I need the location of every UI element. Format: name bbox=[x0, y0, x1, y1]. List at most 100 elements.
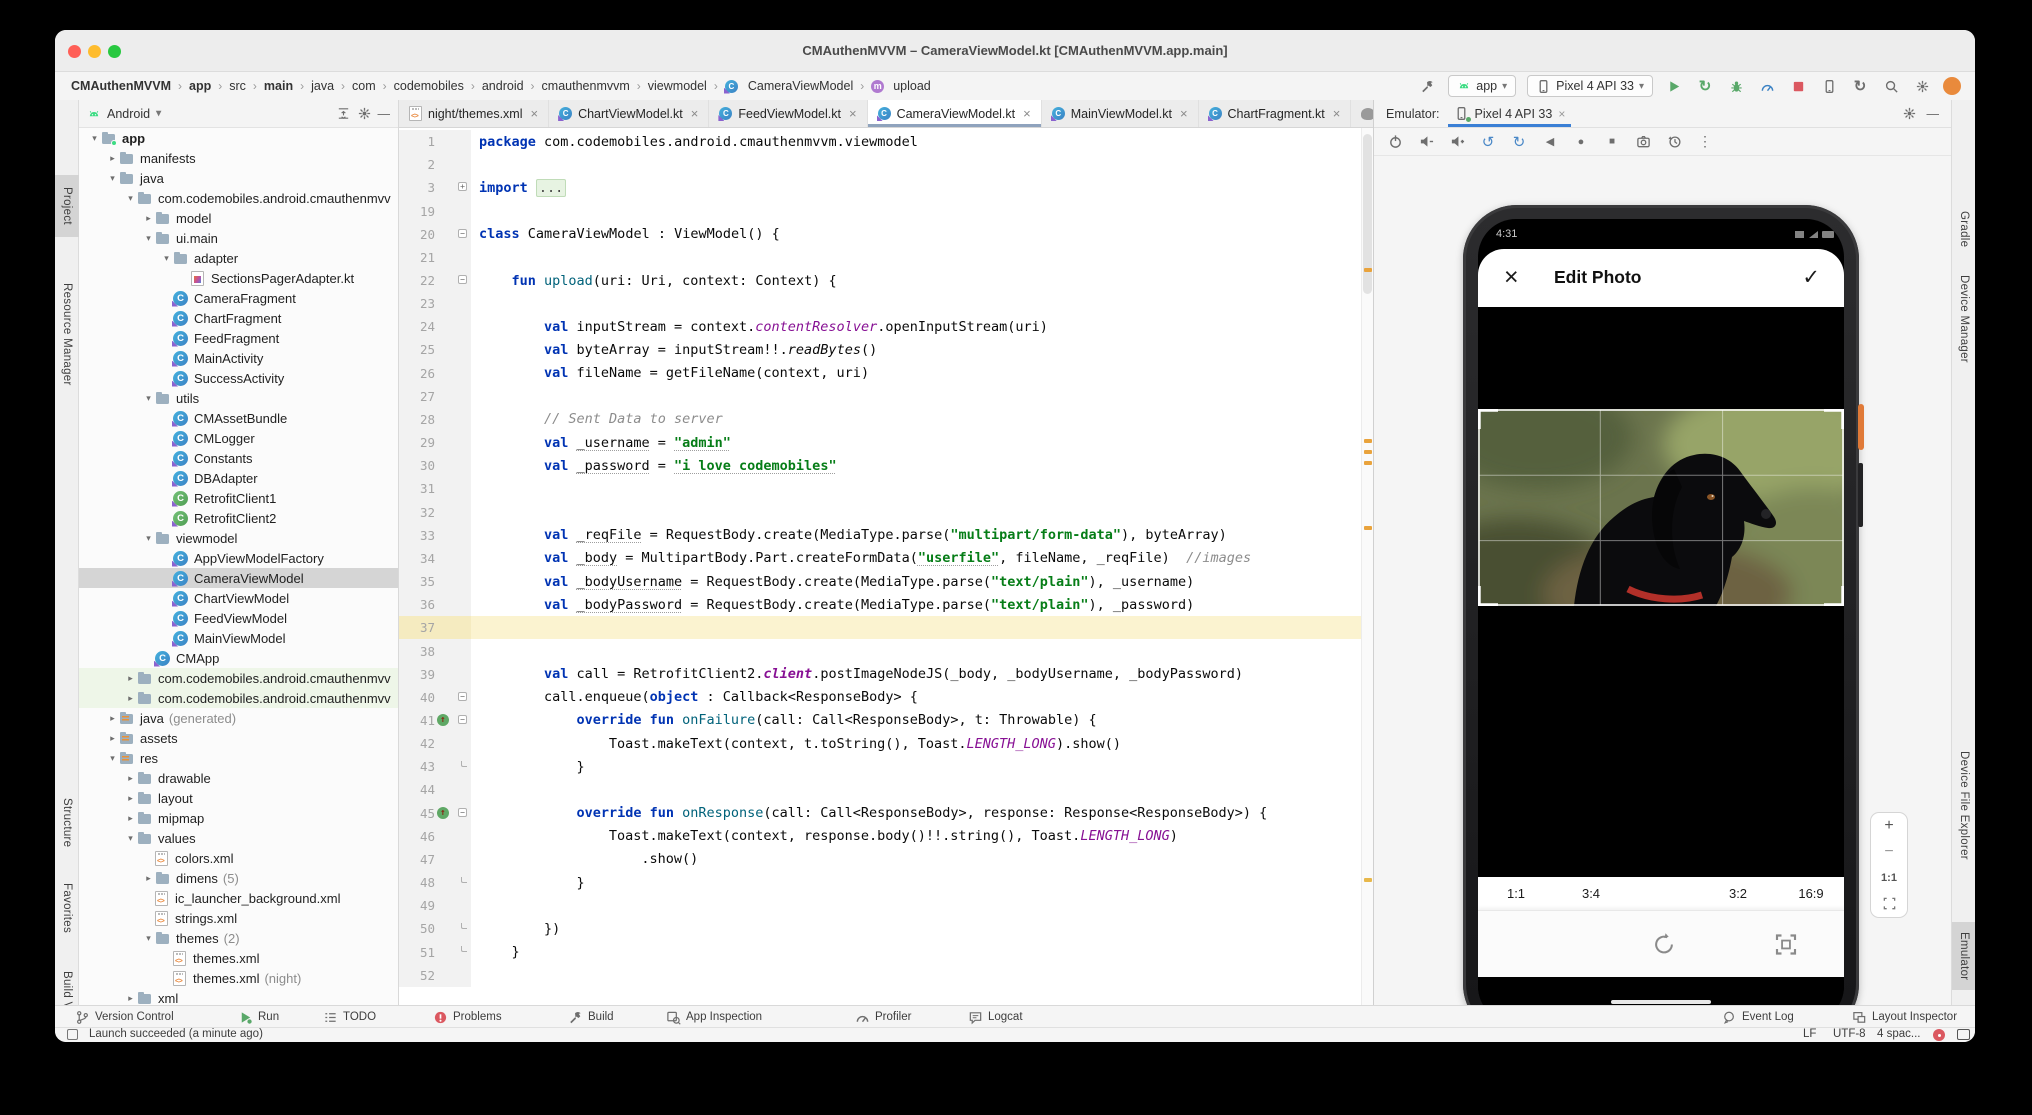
rotate-photo-icon[interactable] bbox=[1651, 931, 1678, 963]
tree-chevron-icon[interactable]: ▾ bbox=[160, 253, 173, 264]
tree-item-mipmap[interactable]: ▸mipmap bbox=[79, 808, 398, 828]
tree-item-ChartViewModel[interactable]: CChartViewModel bbox=[79, 588, 398, 608]
tree-item-xml[interactable]: ▸xml bbox=[79, 988, 398, 1005]
code-line-39[interactable]: 39val call = RetrofitClient2.client.post… bbox=[399, 663, 1361, 686]
device-select[interactable]: Pixel 4 API 33 ▾ bbox=[1527, 75, 1653, 97]
code-line-1[interactable]: 1package com.codemobiles.android.cmauthe… bbox=[399, 130, 1361, 153]
zoom-in-button[interactable]: + bbox=[1884, 819, 1893, 833]
close-tab-icon[interactable]: × bbox=[1023, 106, 1031, 121]
editor-error-stripe[interactable] bbox=[1361, 128, 1373, 1005]
gear-icon[interactable] bbox=[1902, 106, 1917, 121]
tree-item-colors.xml[interactable]: colors.xml bbox=[79, 848, 398, 868]
build-hammer-icon[interactable] bbox=[1417, 76, 1437, 96]
tree-item-drawable[interactable]: ▸drawable bbox=[79, 768, 398, 788]
tool-stripe-gradle[interactable]: Gradle bbox=[1952, 200, 1975, 258]
code-line-42[interactable]: 42Toast.makeText(context, t.toString(), … bbox=[399, 732, 1361, 755]
overview-icon[interactable]: ■ bbox=[1603, 133, 1621, 151]
tree-item-Constants[interactable]: CConstants bbox=[79, 448, 398, 468]
tree-chevron-icon[interactable]: ▸ bbox=[124, 693, 137, 704]
fit-screen-button[interactable] bbox=[1882, 896, 1897, 911]
tree-chevron-icon[interactable]: ▸ bbox=[106, 713, 119, 724]
tool-window-button-problems[interactable]: Problems bbox=[433, 1006, 502, 1028]
tree-item-com.codemobiles.android.cmauthenmvv[interactable]: ▸com.codemobiles.android.cmauthenmvv bbox=[79, 668, 398, 688]
tree-chevron-icon[interactable]: ▾ bbox=[142, 533, 155, 544]
code-line-33[interactable]: 33val _reqFile = RequestBody.create(Medi… bbox=[399, 524, 1361, 547]
rotate-right-icon[interactable]: ↻ bbox=[1510, 133, 1528, 151]
tool-stripe-project[interactable]: Project bbox=[55, 175, 79, 237]
error-stripe-mark[interactable] bbox=[1364, 461, 1372, 465]
project-view-selector[interactable]: Android bbox=[107, 107, 150, 121]
editor-tab-MainViewModel.kt[interactable]: CMainViewModel.kt× bbox=[1042, 100, 1199, 127]
profiler-icon[interactable] bbox=[1757, 76, 1777, 96]
code-line-25[interactable]: 25val byteArray = inputStream!!.readByte… bbox=[399, 338, 1361, 361]
fold-marker-icon[interactable] bbox=[461, 877, 467, 883]
tool-stripe-structure[interactable]: Structure bbox=[55, 788, 79, 858]
code-line-23[interactable]: 23 bbox=[399, 292, 1361, 315]
tool-window-button-run[interactable]: Run bbox=[238, 1006, 279, 1028]
tree-chevron-icon[interactable]: ▾ bbox=[142, 233, 155, 244]
tool-window-button-profiler[interactable]: Profiler bbox=[855, 1006, 911, 1028]
dog-photo-crop-area[interactable] bbox=[1478, 409, 1844, 606]
confirm-crop-button[interactable]: ✓ bbox=[1802, 265, 1820, 290]
tool-window-button-app-inspection[interactable]: App Inspection bbox=[666, 1006, 762, 1028]
tree-item-com.codemobiles.android.cmauthenmvv[interactable]: ▸com.codemobiles.android.cmauthenmvv bbox=[79, 688, 398, 708]
screenshot-icon[interactable] bbox=[1634, 133, 1652, 151]
settings-icon[interactable] bbox=[1912, 76, 1932, 96]
breadcrumb-viewmodel[interactable]: viewmodel bbox=[648, 79, 707, 93]
tree-item-themes.xml[interactable]: themes.xml(night) bbox=[79, 968, 398, 988]
breadcrumb-cmauthenmvvm[interactable]: cmauthenmvvm bbox=[542, 79, 630, 93]
tree-item-CMAssetBundle[interactable]: CCMAssetBundle bbox=[79, 408, 398, 428]
tree-item-assets[interactable]: ▸assets bbox=[79, 728, 398, 748]
error-stripe-mark[interactable] bbox=[1364, 450, 1372, 454]
editor-tab-build.g[interactable]: build.g bbox=[1351, 100, 1373, 127]
tree-item-java[interactable]: ▾java bbox=[79, 168, 398, 188]
editor-tab-CameraViewModel.kt[interactable]: CCameraViewModel.kt× bbox=[868, 100, 1042, 127]
code-line-21[interactable]: 21 bbox=[399, 246, 1361, 269]
fold-marker-icon[interactable]: − bbox=[458, 229, 467, 238]
tree-item-CameraViewModel[interactable]: CCameraViewModel bbox=[79, 568, 398, 588]
volume-up-icon[interactable] bbox=[1448, 133, 1466, 151]
tree-item-AppViewModelFactory[interactable]: CAppViewModelFactory bbox=[79, 548, 398, 568]
code-line-46[interactable]: 46Toast.makeText(context, response.body(… bbox=[399, 825, 1361, 848]
tree-item-themes[interactable]: ▾themes(2) bbox=[79, 928, 398, 948]
tree-item-values[interactable]: ▾values bbox=[79, 828, 398, 848]
tree-item-res[interactable]: ▾res bbox=[79, 748, 398, 768]
fold-marker-icon[interactable]: + bbox=[458, 182, 467, 191]
debug-icon[interactable] bbox=[1726, 76, 1746, 96]
stop-icon[interactable] bbox=[1788, 76, 1808, 96]
code-line-36[interactable]: 36val _bodyPassword = RequestBody.create… bbox=[399, 593, 1361, 616]
tree-item-MainViewModel[interactable]: CMainViewModel bbox=[79, 628, 398, 648]
tree-item-RetrofitClient2[interactable]: CRetrofitClient2 bbox=[79, 508, 398, 528]
emulator-device-tab[interactable]: Pixel 4 API 33 × bbox=[1444, 100, 1576, 127]
aspect-ratio-3:4[interactable]: 3:4 bbox=[1582, 886, 1600, 901]
code-line-3[interactable]: 3+import ... bbox=[399, 176, 1361, 199]
code-line-30[interactable]: 30val _password = "i love codemobiles" bbox=[399, 454, 1361, 477]
tree-item-CameraFragment[interactable]: CCameraFragment bbox=[79, 288, 398, 308]
code-line-31[interactable]: 31 bbox=[399, 477, 1361, 500]
tool-window-button-event-log[interactable]: Event Log bbox=[1722, 1006, 1794, 1028]
code-line-40[interactable]: 40−call.enqueue(object : Callback<Respon… bbox=[399, 686, 1361, 709]
code-editor[interactable]: 1package com.codemobiles.android.cmauthe… bbox=[399, 128, 1361, 1005]
notifications-icon[interactable] bbox=[1957, 1029, 1970, 1040]
volume-down-icon[interactable] bbox=[1417, 133, 1435, 151]
tree-item-SuccessActivity[interactable]: CSuccessActivity bbox=[79, 368, 398, 388]
code-line-37[interactable]: 37 bbox=[399, 616, 1361, 639]
tree-item-utils[interactable]: ▾utils bbox=[79, 388, 398, 408]
code-line-44[interactable]: 44 bbox=[399, 778, 1361, 801]
breadcrumb-upload[interactable]: mupload bbox=[871, 79, 931, 93]
zoom-out-button[interactable]: − bbox=[1884, 845, 1893, 859]
tree-item-DBAdapter[interactable]: CDBAdapter bbox=[79, 468, 398, 488]
close-tab-icon[interactable]: × bbox=[1333, 106, 1341, 121]
code-line-2[interactable]: 2 bbox=[399, 153, 1361, 176]
code-line-48[interactable]: 48} bbox=[399, 871, 1361, 894]
fold-marker-icon[interactable]: − bbox=[458, 275, 467, 284]
breadcrumb-main[interactable]: main bbox=[264, 79, 293, 93]
tree-chevron-icon[interactable]: ▸ bbox=[106, 733, 119, 744]
tool-stripe-device-manager[interactable]: Device Manager bbox=[1952, 268, 1975, 370]
editor-tab-ChartViewModel.kt[interactable]: CChartViewModel.kt× bbox=[549, 100, 709, 127]
tree-chevron-icon[interactable]: ▾ bbox=[142, 393, 155, 404]
aspect-ratio-16:9[interactable]: 16:9 bbox=[1798, 886, 1823, 901]
tree-item-themes.xml[interactable]: themes.xml bbox=[79, 948, 398, 968]
avatar[interactable] bbox=[1943, 77, 1961, 95]
close-tab-icon[interactable]: × bbox=[849, 106, 857, 121]
